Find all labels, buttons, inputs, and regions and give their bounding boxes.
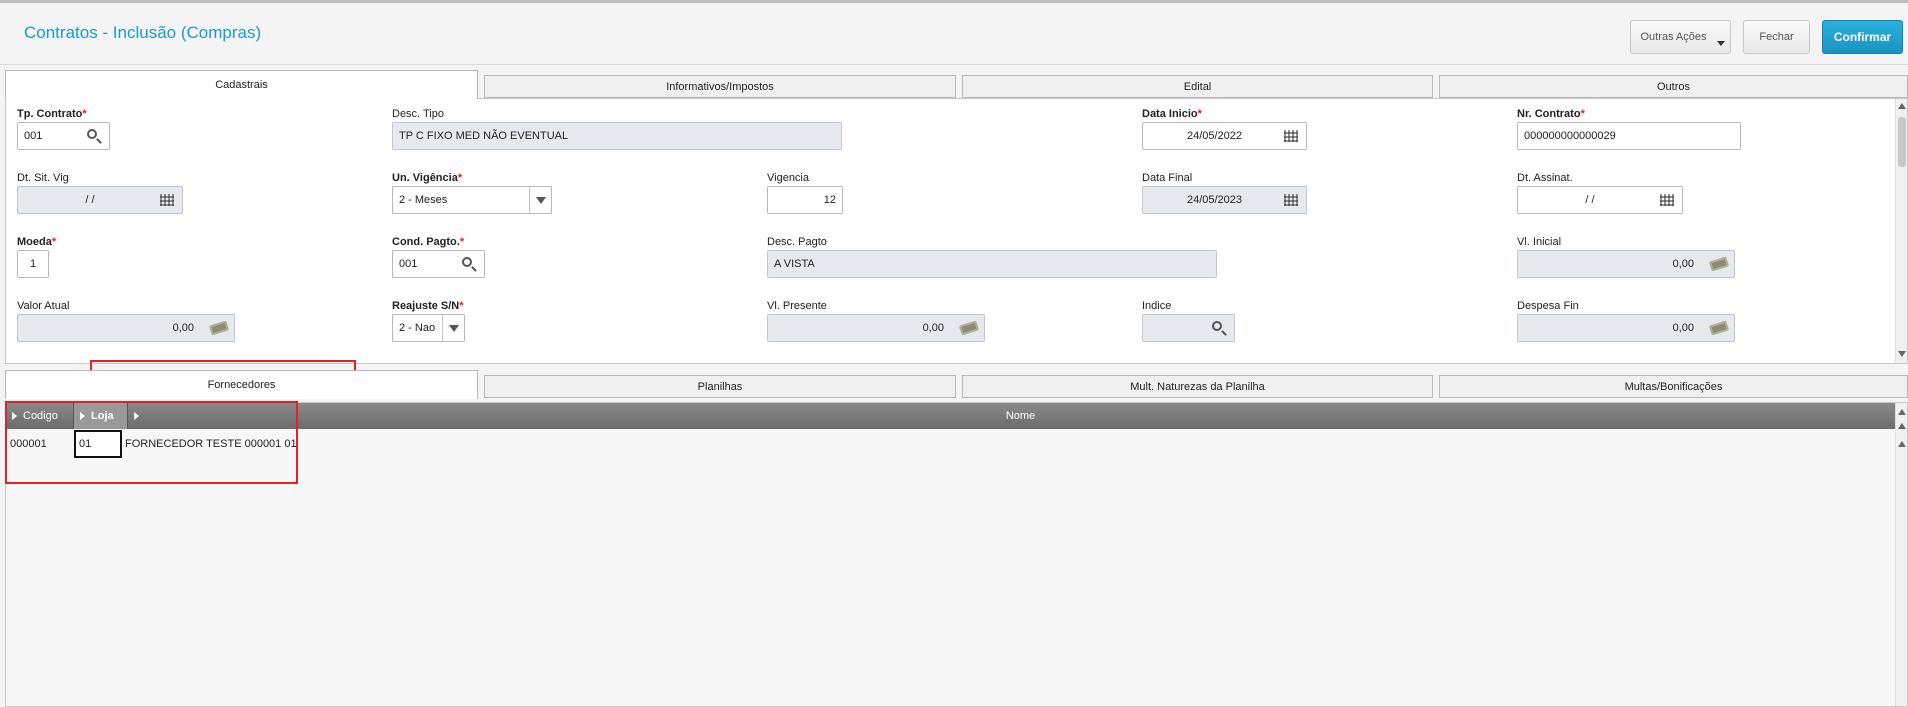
tab-multas[interactable]: Multas/Bonificações [1439, 375, 1908, 398]
search-icon[interactable] [83, 125, 105, 147]
page-title: Contratos - Inclusão (Compras) [24, 23, 262, 42]
vl-presente-label: Vl. Presente [767, 300, 827, 312]
calendar-icon [1280, 189, 1302, 211]
calendar-icon[interactable] [1656, 189, 1678, 211]
scroll-top-icon[interactable] [1898, 441, 1906, 447]
desc-tipo-field: TP C FIXO MED NÃO EVENTUAL [392, 122, 842, 150]
cond-pagto-input[interactable]: 001 [392, 250, 485, 278]
tab-planilhas[interactable]: Planilhas [484, 375, 956, 398]
column-header-nome[interactable]: Nome [128, 403, 1896, 429]
money-icon [1708, 253, 1730, 275]
tp-contrato-input[interactable]: 001 [17, 122, 110, 150]
desc-pagto-label: Desc. Pagto [767, 236, 827, 248]
data-final-field: 24/05/2023 [1142, 186, 1307, 214]
scroll-up-icon[interactable] [1898, 409, 1906, 415]
indice-label: Indice [1142, 300, 1172, 312]
desc-tipo-label: Desc. Tipo [392, 108, 444, 120]
scroll-thumb[interactable] [1898, 117, 1906, 167]
more-actions-button[interactable]: Outras Ações [1630, 20, 1731, 54]
dt-assinat-input[interactable]: / / [1517, 186, 1683, 214]
chevron-down-icon[interactable] [442, 315, 464, 341]
data-inicio-label: Data Inicio* [1142, 108, 1202, 120]
page-header: Contratos - Inclusão (Compras) Outras Aç… [0, 3, 1908, 65]
desc-pagto-field: A VISTA [767, 250, 1217, 278]
bottom-tabbar: Fornecedores Planilhas Mult. Naturezas d… [0, 368, 1908, 399]
tab-edital[interactable]: Edital [962, 75, 1433, 98]
reajuste-label: Reajuste S/N* [392, 300, 464, 312]
scroll-up-icon[interactable] [1898, 103, 1906, 109]
indice-input[interactable] [1142, 314, 1235, 342]
money-icon [1708, 317, 1730, 339]
cond-pagto-label: Cond. Pagto.* [392, 236, 465, 248]
grid-scrollbar[interactable] [1895, 403, 1907, 706]
tp-contrato-label: Tp. Contrato* [17, 108, 87, 120]
chevron-down-icon [1717, 41, 1725, 46]
tab-outros[interactable]: Outros [1439, 75, 1908, 98]
tab-mult-naturezas[interactable]: Mult. Naturezas da Planilha [962, 375, 1433, 398]
tab-cadastrais[interactable]: Cadastrais [5, 70, 478, 99]
close-button[interactable]: Fechar [1743, 20, 1810, 54]
more-actions-label: Outras Ações [1640, 31, 1707, 43]
search-icon[interactable] [458, 253, 480, 275]
reajuste-select[interactable]: 2 - Nao [392, 314, 465, 342]
column-label: Nome [1005, 410, 1036, 422]
valor-atual-field: 0,00 [17, 314, 235, 342]
moeda-input[interactable]: 1 [17, 250, 49, 278]
scroll-down-icon[interactable] [1898, 351, 1906, 357]
scroll-page-up-icon[interactable] [1898, 423, 1906, 429]
nr-contrato-label: Nr. Contrato* [1517, 108, 1585, 120]
highlight-grid-row [5, 401, 298, 484]
tab-fornecedores[interactable]: Fornecedores [5, 370, 478, 399]
valor-atual-label: Valor Atual [17, 300, 70, 312]
money-icon [958, 317, 980, 339]
calendar-icon [156, 189, 178, 211]
calendar-icon[interactable] [1280, 125, 1302, 147]
nr-contrato-input[interactable]: 000000000000029 [1517, 122, 1741, 150]
dt-sit-vig-label: Dt. Sit. Vig [17, 172, 69, 184]
despesa-fin-field: 0,00 [1517, 314, 1735, 342]
data-final-label: Data Final [1142, 172, 1193, 184]
despesa-fin-label: Despesa Fin [1517, 300, 1579, 312]
un-vigencia-label: Un. Vigência* [392, 172, 463, 184]
money-icon [208, 317, 230, 339]
vigencia-input[interactable]: 12 [767, 186, 843, 214]
data-inicio-input[interactable]: 24/05/2022 [1142, 122, 1307, 150]
moeda-label: Moeda* [17, 236, 57, 248]
dt-assinat-label: Dt. Assinat. [1517, 172, 1573, 184]
dt-sit-vig-field: / / [17, 186, 183, 214]
confirm-button[interactable]: Confirmar [1822, 20, 1903, 54]
chevron-down-icon[interactable] [529, 187, 551, 213]
un-vigencia-select[interactable]: 2 - Meses [392, 186, 552, 214]
vl-presente-field: 0,00 [767, 314, 985, 342]
top-tabbar: Cadastrais Informativos/Impostos Edital … [0, 68, 1908, 99]
vigencia-label: Vigencia [767, 172, 809, 184]
vl-inicial-field: 0,00 [1517, 250, 1735, 278]
tab-informativos[interactable]: Informativos/Impostos [484, 75, 956, 98]
form-panel: Tp. Contrato* 001 Desc. Tipo TP C FIXO M… [5, 98, 1908, 364]
search-icon[interactable] [1208, 317, 1230, 339]
form-scrollbar[interactable] [1895, 99, 1907, 363]
vl-inicial-label: Vl. Inicial [1517, 236, 1562, 248]
